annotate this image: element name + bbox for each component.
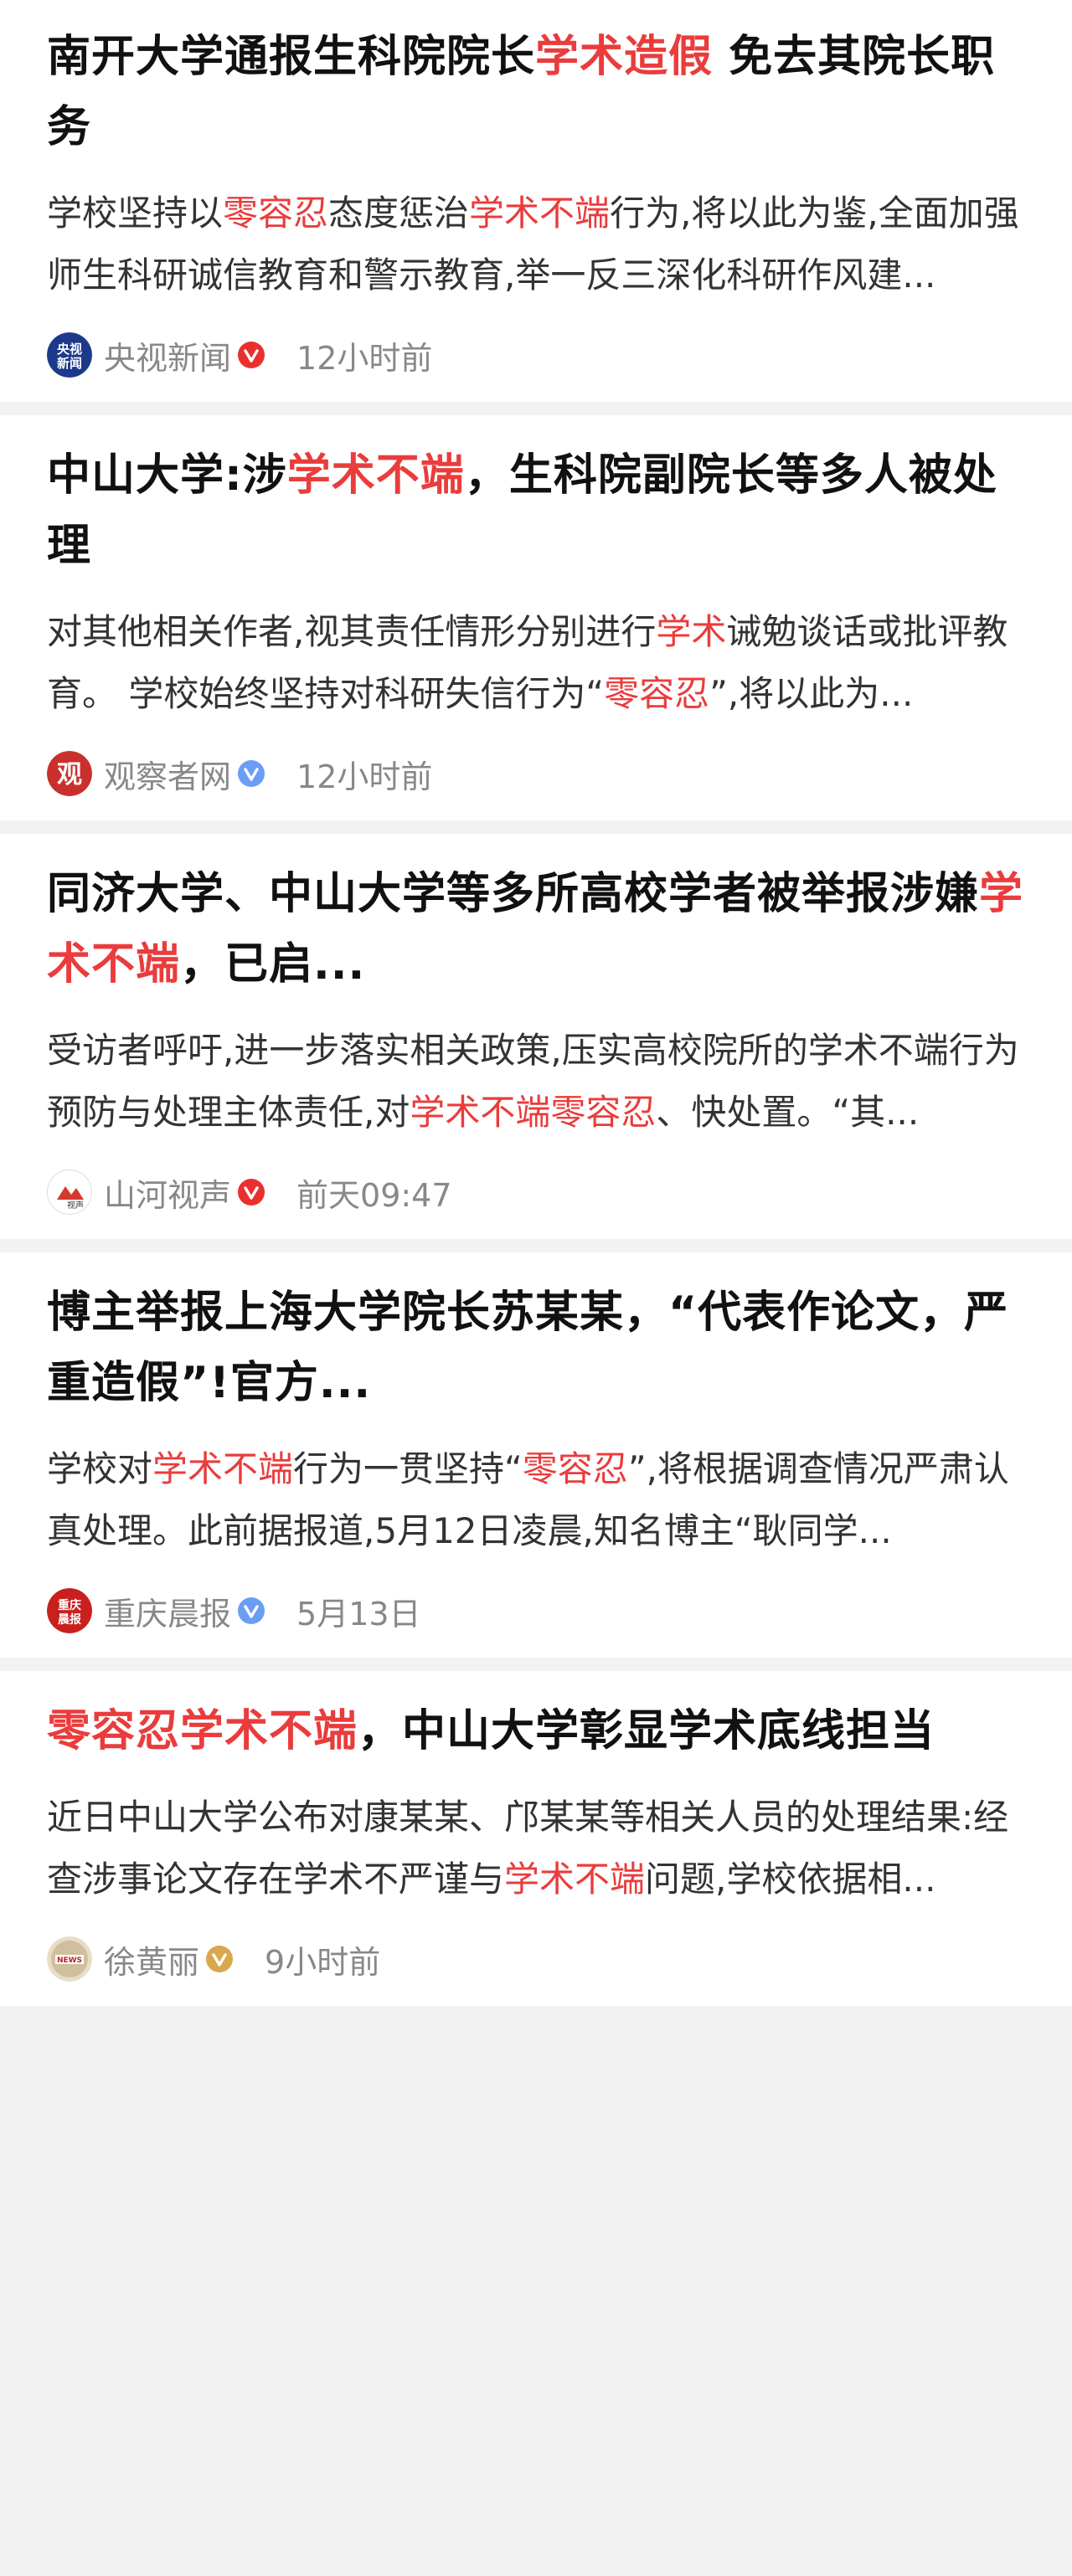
title-text: ，已启... [180, 939, 366, 990]
source-name[interactable]: 徐黄丽 [104, 1936, 199, 1982]
summary-text: ”,将以此为... [709, 673, 914, 714]
svg-text:观: 观 [57, 760, 82, 789]
summary-keyword-highlight: 学术 [656, 611, 727, 652]
summary-text: 、快处置。“其... [656, 1092, 920, 1133]
news-meta: 观 观察者网 12小时前 [47, 750, 1025, 797]
news-title[interactable]: 零容忍学术不端，中山大学彰显学术底线担当 [47, 1696, 1025, 1766]
title-text: 中山大学:涉 [47, 450, 287, 501]
news-card[interactable]: 零容忍学术不端，中山大学彰显学术底线担当 近日中山大学公布对康某某、邝某某等相关… [0, 1671, 1072, 2006]
news-card[interactable]: 博主举报上海大学院长苏某某，“代表作论文，严重造假”!官方... 学校对学术不端… [0, 1252, 1072, 1658]
svg-text:视声: 视声 [67, 1200, 84, 1211]
summary-keyword-highlight: 零容忍 [223, 193, 329, 234]
cq-morning-news-logo-icon[interactable]: 重庆 晨报 [47, 1588, 92, 1633]
summary-keyword-highlight: 零容忍 [522, 1448, 628, 1489]
verified-blue-icon [238, 1597, 265, 1624]
title-text: 南开大学通报生科院院长 [47, 32, 536, 82]
summary-text: 问题,学校依据相... [645, 1859, 936, 1900]
title-text: 博主举报上海大学院长苏某某，“代表作论文，严重造假”!官方... [47, 1288, 1009, 1408]
cctv-news-logo-icon[interactable]: 央视 新闻 [47, 332, 92, 378]
source-name[interactable]: 重庆晨报 [104, 1588, 231, 1634]
news-title[interactable]: 中山大学:涉学术不端，生科院副院长等多人被处理 [47, 440, 1025, 581]
publish-time: 前天09:47 [296, 1176, 452, 1214]
news-title[interactable]: 博主举报上海大学院长苏某某，“代表作论文，严重造假”!官方... [47, 1278, 1025, 1418]
news-summary: 近日中山大学公布对康某某、邝某某等相关人员的处理结果:经查涉事论文存在学术不严谨… [47, 1787, 1025, 1910]
title-text: ，中山大学彰显学术底线担当 [358, 1706, 935, 1756]
news-card[interactable]: 南开大学通报生科院院长学术造假 免去其院长职务 学校坚持以零容忍态度惩治学术不端… [0, 0, 1072, 402]
title-keyword-highlight: 学术不端 [286, 450, 465, 501]
summary-keyword-highlight: 零容忍 [604, 673, 710, 714]
guancha-logo-icon[interactable]: 观 [47, 751, 92, 796]
source-name[interactable]: 观察者网 [104, 751, 231, 797]
news-summary: 学校坚持以零容忍态度惩治学术不端行为,将以此为鉴,全面加强师生科研诚信教育和警示… [47, 183, 1025, 306]
source-name[interactable]: 山河视声 [104, 1170, 231, 1216]
news-feed: 南开大学通报生科院院长学术造假 免去其院长职务 学校坚持以零容忍态度惩治学术不端… [0, 0, 1072, 2006]
svg-text:晨报: 晨报 [58, 1613, 81, 1627]
summary-text: 行为一贯坚持“ [293, 1448, 523, 1489]
news-title[interactable]: 南开大学通报生科院院长学术造假 免去其院长职务 [47, 22, 1025, 162]
summary-keyword-highlight: 学术不端 [152, 1448, 294, 1489]
news-summary: 对其他相关作者,视其责任情形分别进行学术诫勉谈话或批评教育。 学校始终坚持对科研… [47, 601, 1025, 725]
news-meta: 央视 新闻 央视新闻 12小时前 [47, 332, 1025, 378]
summary-keyword-highlight: 学术不端零容忍 [410, 1092, 657, 1133]
svg-text:重庆: 重庆 [58, 1598, 81, 1612]
verified-red-icon [238, 342, 265, 368]
publish-time: 9小时前 [265, 1943, 381, 1981]
summary-text: 学校对 [47, 1448, 153, 1489]
news-summary: 学校对学术不端行为一贯坚持“零容忍”,将根据调查情况严肃认真处理。此前据报道,5… [47, 1438, 1025, 1562]
publish-time: 12小时前 [296, 758, 433, 795]
verified-blue-icon [238, 760, 265, 787]
user-avatar-icon[interactable]: NEWS [47, 1936, 92, 1982]
shanhe-logo-icon[interactable]: 视声 [47, 1170, 92, 1215]
news-card[interactable]: 中山大学:涉学术不端，生科院副院长等多人被处理 对其他相关作者,视其责任情形分别… [0, 415, 1072, 820]
svg-text:新闻: 新闻 [57, 356, 82, 371]
news-card[interactable]: 同济大学、中山大学等多所高校学者被举报涉嫌学术不端，已启... 受访者呼吁,进一… [0, 834, 1072, 1239]
news-meta: 视声 山河视声 前天09:47 [47, 1169, 1025, 1216]
publish-time: 12小时前 [296, 339, 433, 377]
summary-keyword-highlight: 学术不端 [504, 1859, 646, 1900]
news-meta: NEWS 徐黄丽 9小时前 [47, 1936, 1025, 1982]
svg-text:NEWS: NEWS [57, 1956, 82, 1965]
publish-time: 5月13日 [296, 1595, 421, 1632]
svg-text:央视: 央视 [57, 342, 82, 357]
title-keyword-highlight: 学术造假 [535, 32, 714, 82]
summary-keyword-highlight: 学术不端 [469, 193, 611, 234]
source-name[interactable]: 央视新闻 [104, 332, 231, 378]
verified-red-icon [238, 1179, 265, 1206]
summary-text: 学校坚持以 [47, 193, 224, 234]
verified-gold-icon [206, 1946, 234, 1972]
summary-text: 态度惩治 [328, 193, 470, 234]
news-summary: 受访者呼吁,进一步落实相关政策,压实高校院所的学术不端行为预防与处理主体责任,对… [47, 1020, 1025, 1144]
title-keyword-highlight: 零容忍学术不端 [47, 1706, 358, 1756]
title-text: 同济大学、中山大学等多所高校学者被举报涉嫌 [47, 869, 980, 919]
news-title[interactable]: 同济大学、中山大学等多所高校学者被举报涉嫌学术不端，已启... [47, 859, 1025, 1000]
news-meta: 重庆 晨报 重庆晨报 5月13日 [47, 1587, 1025, 1634]
summary-text: 对其他相关作者,视其责任情形分别进行 [47, 611, 657, 652]
